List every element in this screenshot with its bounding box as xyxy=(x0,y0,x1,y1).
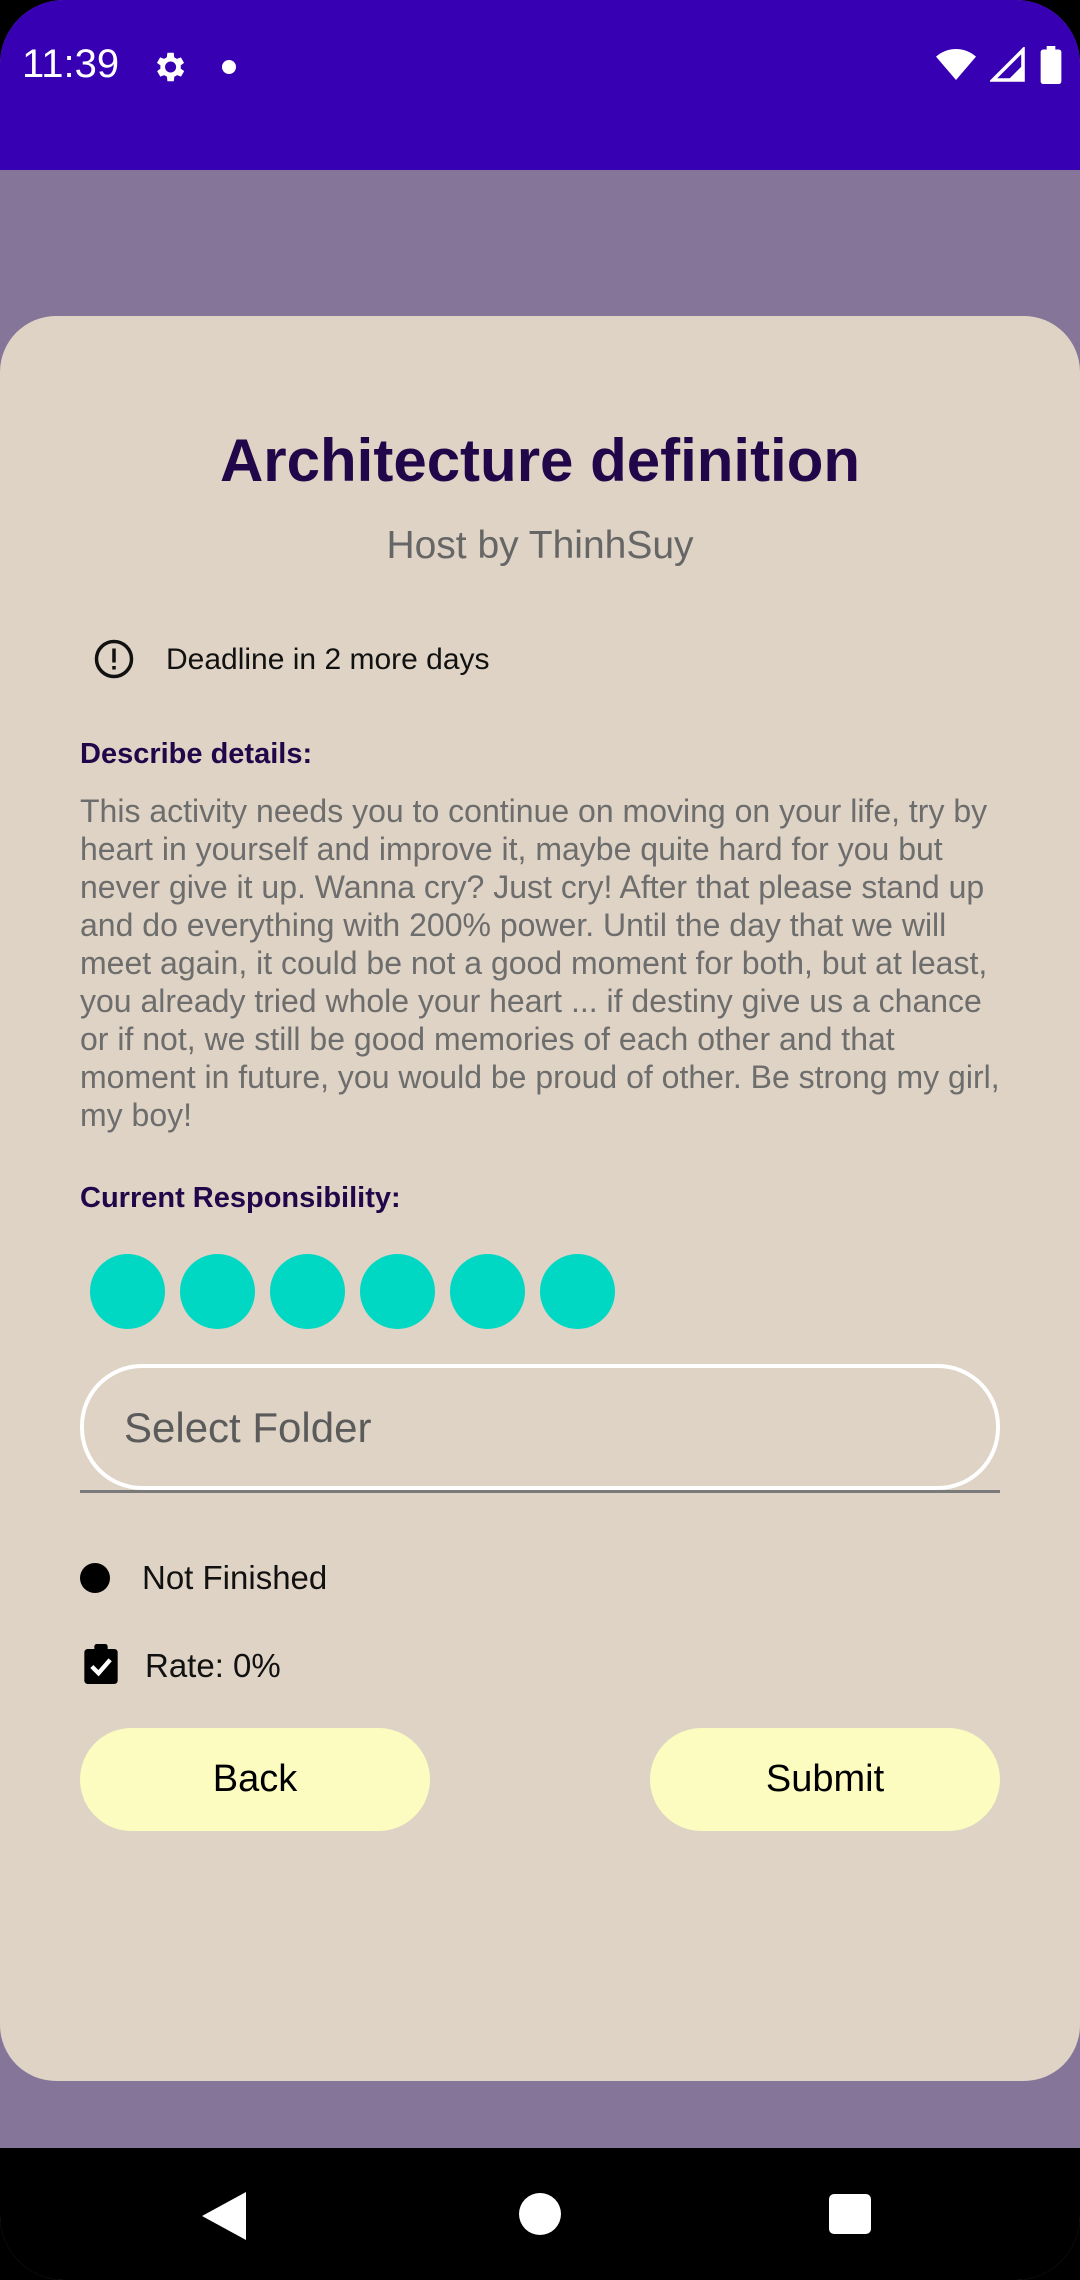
select-folder-underline xyxy=(80,1490,1000,1493)
status-bar: 11:39 xyxy=(0,0,1080,170)
responsibility-avatar[interactable] xyxy=(90,1254,165,1329)
back-button[interactable]: Back xyxy=(80,1728,430,1831)
describe-label: Describe details: xyxy=(80,738,313,770)
responsibility-avatar[interactable] xyxy=(180,1254,255,1329)
nav-home-icon[interactable] xyxy=(519,2193,561,2235)
responsibility-avatars xyxy=(90,1254,615,1329)
host-label: Host by ThinhSuy xyxy=(386,524,694,567)
responsibility-label: Current Responsibility: xyxy=(80,1182,401,1214)
responsibility-avatar[interactable] xyxy=(270,1254,345,1329)
rate-text: Rate: 0% xyxy=(145,1647,281,1684)
responsibility-avatar[interactable] xyxy=(450,1254,525,1329)
task-title: Architecture definition xyxy=(219,427,861,494)
screen: 11:39 Architecture definition Host by Th… xyxy=(0,0,1080,2280)
status-time: 11:39 xyxy=(22,42,120,86)
battery-icon xyxy=(1040,46,1062,84)
task-card: Architecture definition Host by ThinhSuy… xyxy=(0,316,1080,2081)
responsibility-avatar[interactable] xyxy=(360,1254,435,1329)
deadline-text: Deadline in 2 more days xyxy=(166,643,490,676)
select-folder-placeholder: Select Folder xyxy=(124,1404,372,1451)
alert-circle-icon xyxy=(94,639,134,679)
status-text: Not Finished xyxy=(142,1559,328,1596)
description-text: This activity needs you to continue on m… xyxy=(80,793,1000,1133)
nav-back-icon[interactable] xyxy=(202,2192,246,2240)
select-folder-field[interactable]: Select Folder xyxy=(80,1364,1000,1490)
signal-icon xyxy=(990,47,1025,82)
wifi-icon xyxy=(936,49,976,80)
notification-dot-icon xyxy=(222,60,236,74)
status-icons xyxy=(936,46,1062,84)
clipboard-check-icon xyxy=(84,1644,118,1684)
gear-icon xyxy=(156,52,185,82)
responsibility-avatar[interactable] xyxy=(540,1254,615,1329)
status-dot-icon xyxy=(80,1563,110,1593)
nav-recents-icon[interactable] xyxy=(829,2194,871,2234)
submit-button[interactable]: Submit xyxy=(650,1728,1000,1831)
